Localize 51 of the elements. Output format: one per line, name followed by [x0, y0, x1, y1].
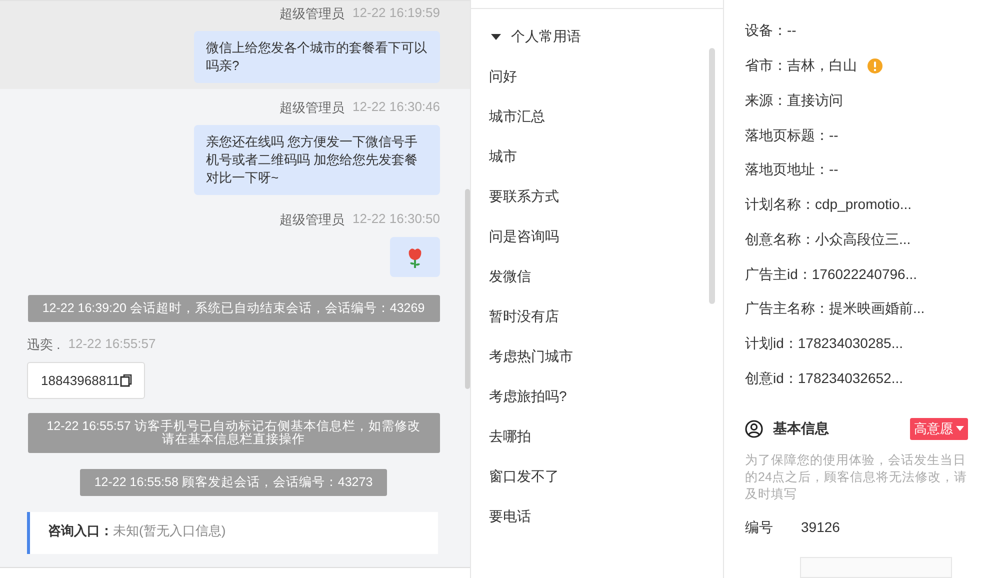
phone-number: 18843968811: [41, 373, 120, 388]
sender-name: 超级管理员: [280, 99, 345, 117]
field-label: 编号: [745, 518, 774, 537]
phrase-item[interactable]: 问是咨询吗: [489, 216, 705, 256]
message-bubble: 亲您还在线吗 您方便发一下微信号手机号或者二维码吗 加您给您先发套餐对比一下呀~: [194, 125, 440, 195]
info-field: 广告主名称：提米映画婚前...: [745, 300, 925, 318]
phrase-item[interactable]: 问好: [489, 56, 705, 96]
info-field: 来源：直接访问: [745, 92, 843, 110]
section-title: 基本信息: [773, 420, 830, 438]
sender-name: 超级管理员: [280, 211, 345, 229]
phrase-item[interactable]: 要联系方式: [489, 176, 705, 216]
info-field: 落地页地址：--: [745, 161, 838, 180]
entry-text: 咨询入口：未知(暂无入口信息): [48, 522, 227, 540]
tulip-icon: [408, 247, 422, 269]
info-field: 计划名称：cdp_promotio...: [745, 196, 912, 214]
message-bubble: 微信上给您发各个城市的套餐看下可以吗亲?: [194, 31, 440, 83]
sender-name: 超级管理员: [280, 5, 345, 23]
input-field[interactable]: [800, 556, 952, 578]
sender-name: 迅奕 .: [27, 336, 60, 354]
caret-icon[interactable]: [491, 34, 501, 40]
copy-icon[interactable]: [120, 374, 132, 387]
group-title[interactable]: 个人常用语: [511, 28, 581, 46]
phrase-item[interactable]: 暂时没有店: [489, 296, 705, 336]
message-time: 12-22 16:55:57: [68, 336, 156, 353]
user-icon: [745, 420, 763, 438]
scrollbar[interactable]: [465, 189, 470, 389]
info-field: 计划id：178234030285...: [745, 334, 903, 353]
phrase-item[interactable]: 窗口发不了: [489, 456, 705, 496]
hint-text: 为了保障您的使用体验，会话发生当日的24点之后，顾客信息将无法修改，请及时填写: [745, 452, 968, 503]
info-field: 落地页标题：--: [745, 126, 838, 145]
system-notice: 12-22 16:55:57 访客手机号已自动标记右侧基本信息栏，如需修改请在基本信息栏直接操作: [28, 413, 440, 453]
message-time: 12-22 16:19:59: [352, 5, 440, 22]
phrase-item[interactable]: 城市: [489, 136, 705, 176]
info-field: 广告主id：176022240796...: [745, 266, 917, 284]
phrase-item[interactable]: 发微信: [489, 256, 705, 296]
info-field: 创意id：178234032652...: [745, 370, 903, 388]
phrase-item[interactable]: 考虑旅拍吗?: [489, 376, 705, 416]
phrase-item[interactable]: 要电话: [489, 496, 705, 536]
phrase-item[interactable]: 去哪拍: [489, 416, 705, 456]
system-notice: 12-22 16:39:20 会话超时，系统已自动结束会话，会话编号：43269: [28, 295, 440, 322]
system-notice: 12-22 16:55:58 顾客发起会话，会话编号：43273: [80, 469, 387, 496]
field-value: 39126: [801, 518, 840, 537]
message-time: 12-22 16:30:50: [352, 211, 440, 228]
message-time: 12-22 16:30:46: [352, 99, 440, 116]
info-field: 省市：吉林，白山: [745, 57, 857, 76]
phrase-item[interactable]: 考虑热门城市: [489, 336, 705, 376]
info-field: 创意名称：小众高段位三...: [745, 230, 911, 249]
scrollbar[interactable]: [709, 48, 715, 304]
intent-dropdown[interactable]: 高意愿: [910, 418, 968, 440]
phrase-item[interactable]: 城市汇总: [489, 96, 705, 136]
info-field: 设备：--: [745, 22, 796, 40]
